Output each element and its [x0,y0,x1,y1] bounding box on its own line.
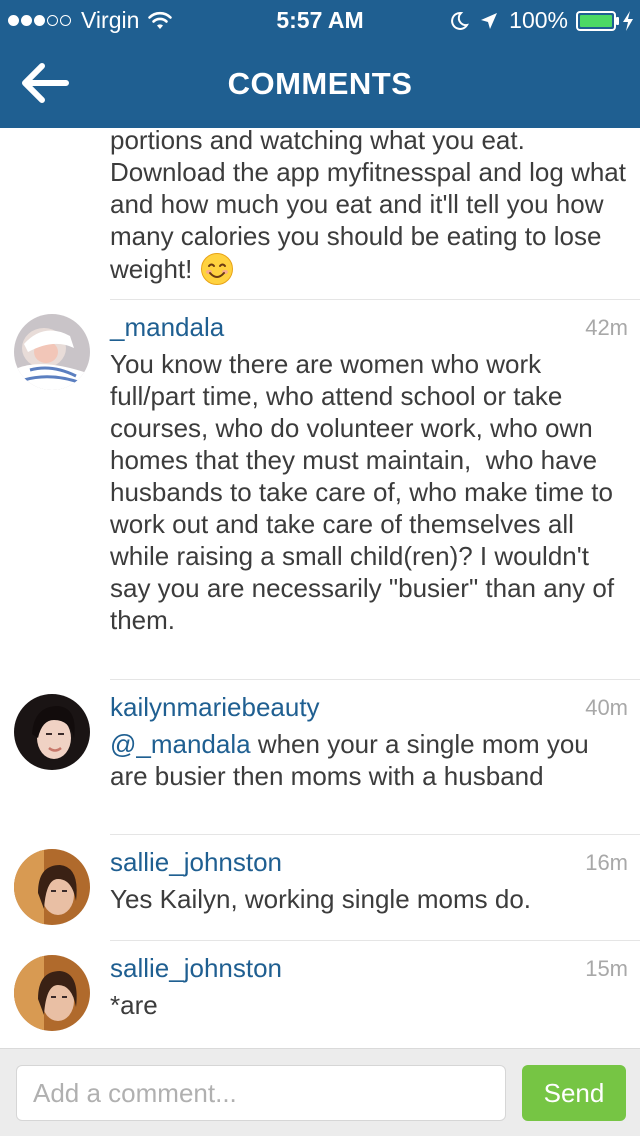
moon-icon [451,11,470,30]
comment-input[interactable] [16,1065,506,1121]
comment-item: portions and watching what you eat. Down… [0,128,640,300]
woman-photo-icon [14,849,90,925]
battery-percent: 100% [509,7,568,33]
baby-photo-icon [14,314,90,390]
page-title: COMMENTS [227,66,413,101]
avatar[interactable] [14,955,90,1031]
nav-bar: COMMENTS [0,40,640,128]
status-bar: Virgin 5:57 AM 100% [0,0,640,40]
comment-text: Yes Kailyn, working single moms do. [110,884,532,914]
comment-time: 16m [585,850,628,875]
comment-item: _mandala 42m You know there are women wh… [0,300,640,680]
comment-username[interactable]: _mandala [110,312,224,343]
location-arrow-icon [481,12,498,29]
avatar[interactable] [14,849,90,925]
send-button[interactable]: Send [522,1065,626,1121]
smiling-face-emoji-icon [200,253,233,285]
woman-photo-icon [14,694,90,770]
mention-link[interactable]: @_mandala [110,729,251,759]
comment-username[interactable]: kailynmariebeauty [110,692,320,723]
avatar[interactable] [14,694,90,770]
comment-list[interactable]: portions and watching what you eat. Down… [0,128,640,1048]
top-bar: Virgin 5:57 AM 100% COMMENTS [0,0,640,128]
avatar[interactable] [14,314,90,390]
comment-item: kailynmariebeauty 40m @_mandala when you… [0,680,640,835]
comment-item: sallie_johnston 15m *are [0,941,640,1048]
comment-item: sallie_johnston 16m Yes Kailyn, working … [0,835,640,940]
status-right: 100% [449,7,634,34]
comment-text: portions and watching what you eat. Down… [110,128,634,285]
comment-text: *are [110,990,158,1020]
woman-photo-icon [14,955,90,1031]
comment-text: You know there are women who work full/p… [110,349,622,635]
comment-composer: Send [0,1048,640,1136]
battery-icon [576,10,619,31]
comment-username[interactable]: sallie_johnston [110,953,282,984]
comment-time: 40m [585,695,628,720]
comment-username[interactable]: sallie_johnston [110,847,282,878]
comment-text: @_mandala when your a single mom you are… [110,729,596,791]
comment-time: 42m [585,315,628,340]
charging-bolt-icon [623,10,633,31]
comment-time: 15m [585,956,628,981]
